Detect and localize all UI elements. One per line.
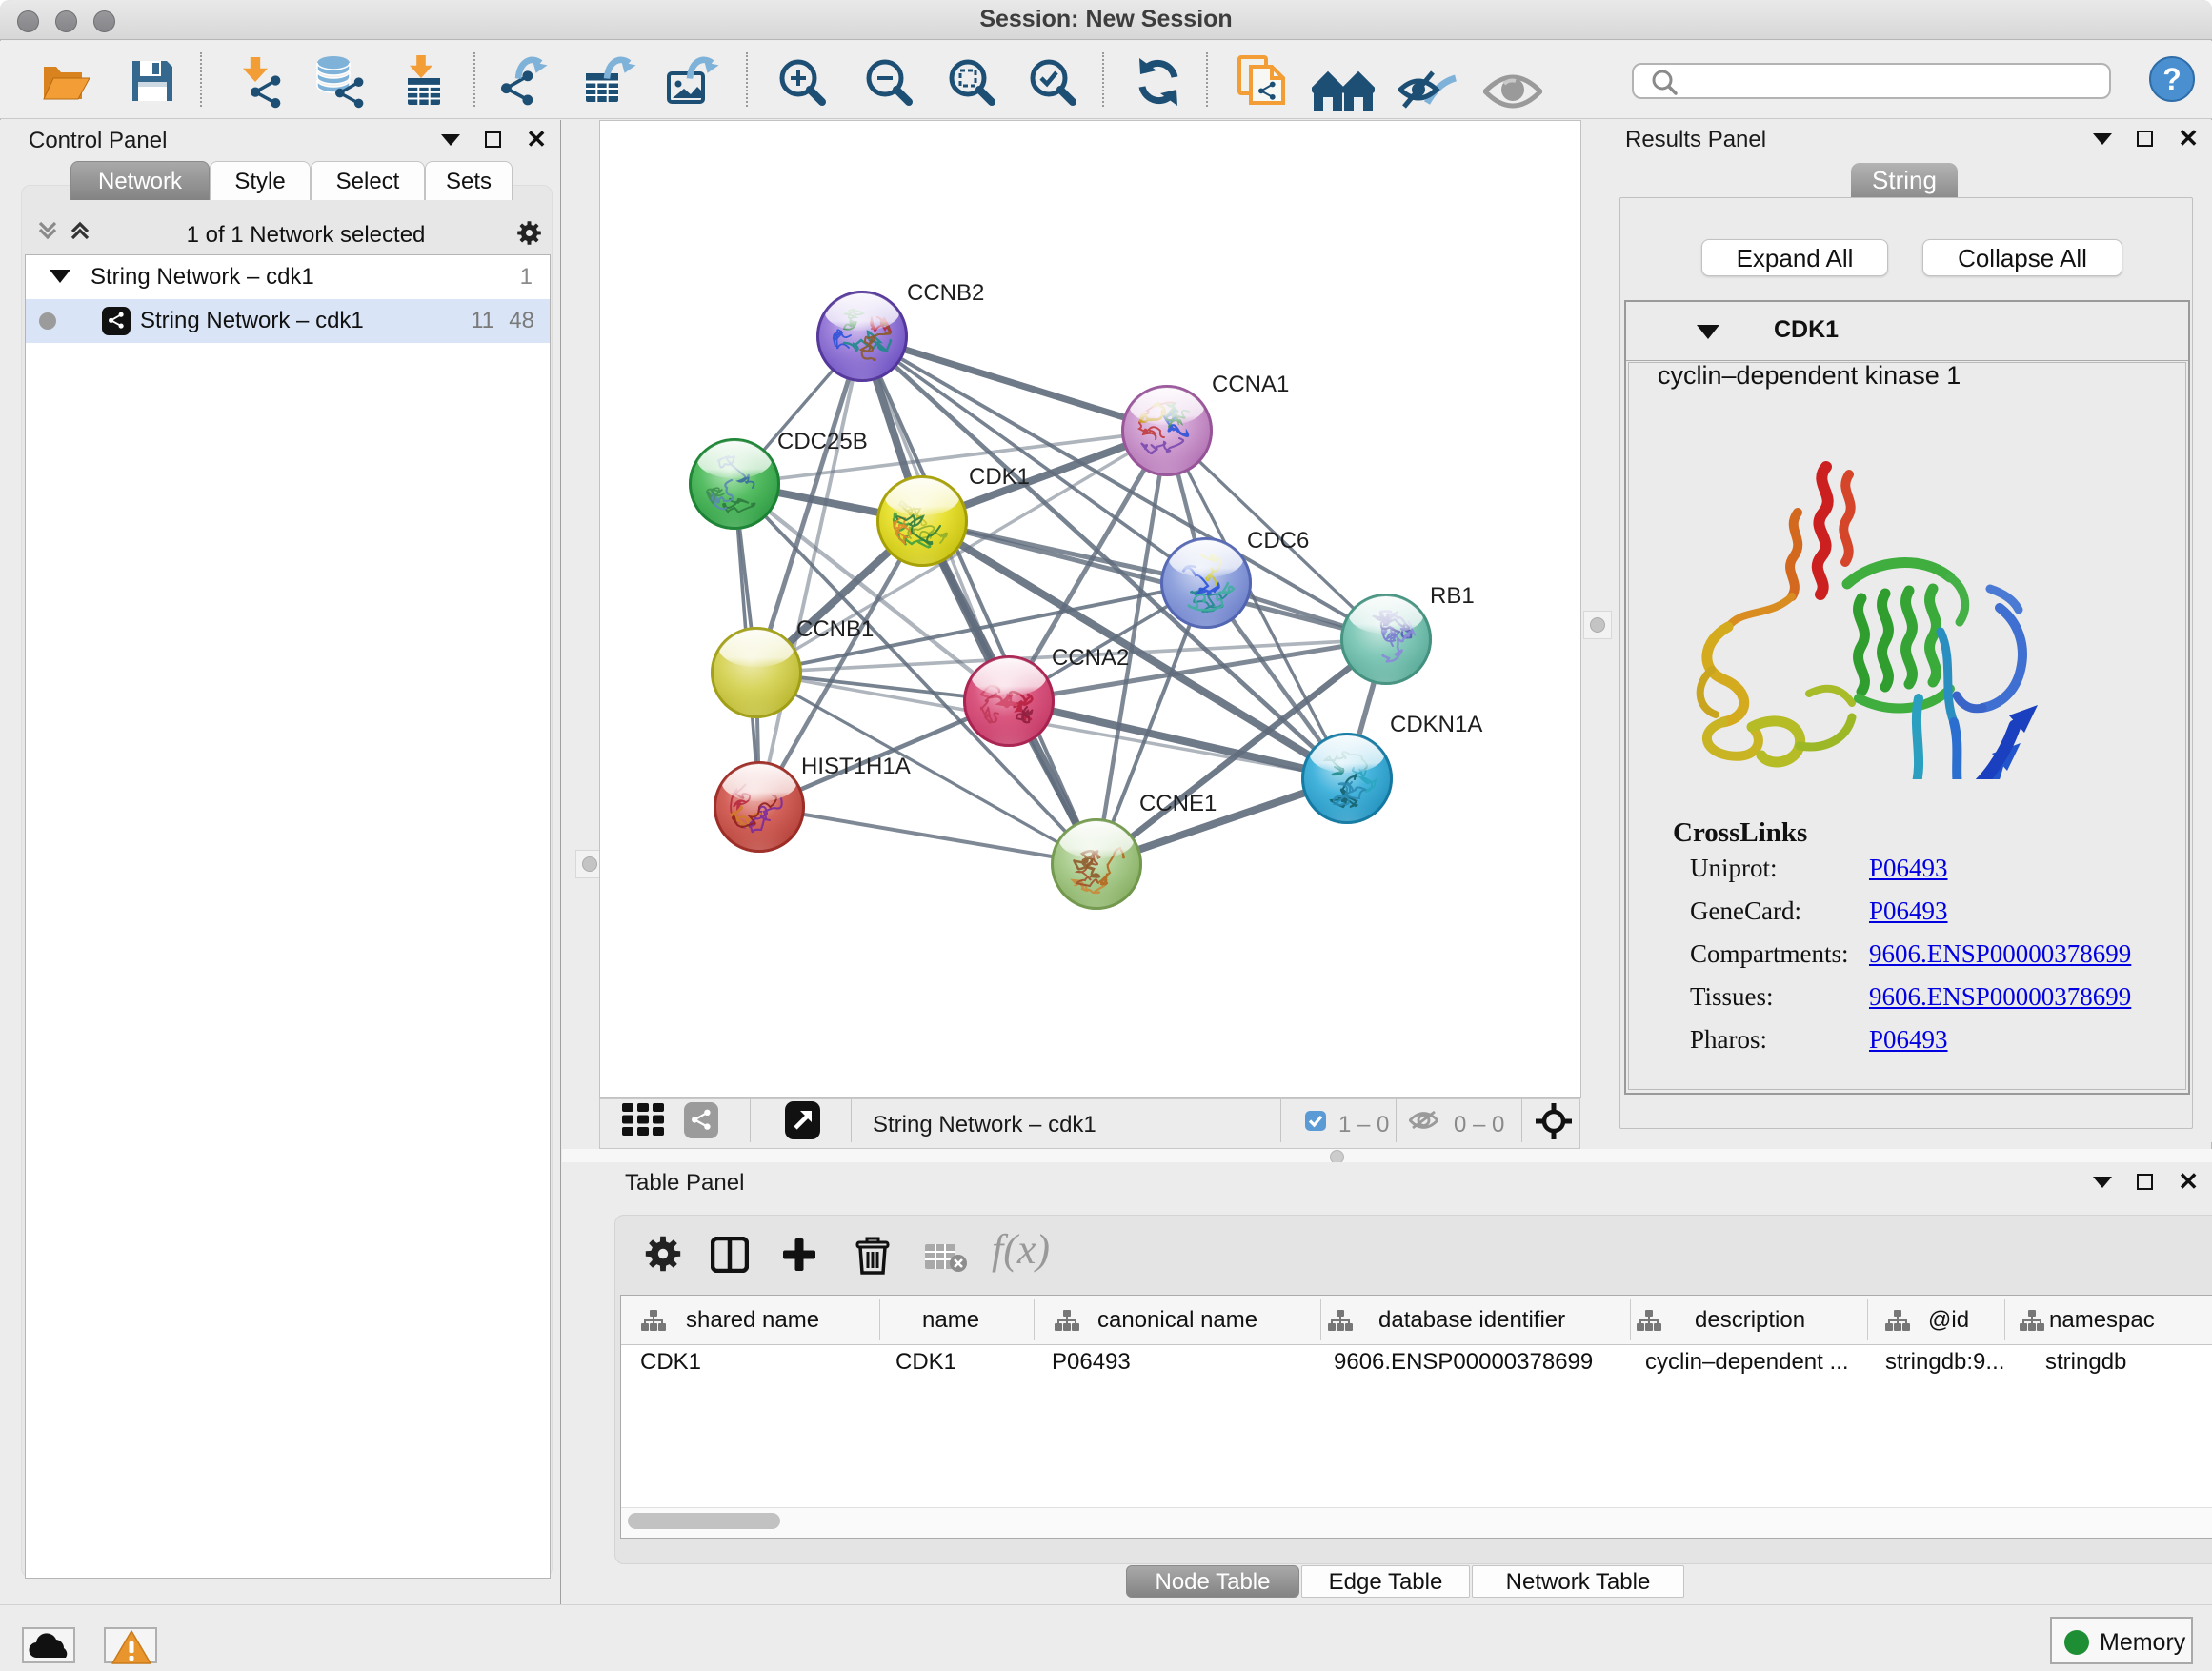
- svg-text:?: ?: [2162, 62, 2182, 96]
- svg-text:CCNE1: CCNE1: [1139, 791, 1217, 816]
- svg-text:CCNA2: CCNA2: [1052, 645, 1129, 671]
- svg-text:CCNB1: CCNB1: [796, 616, 874, 642]
- svg-text:CDC25B: CDC25B: [777, 429, 868, 454]
- svg-text:HIST1H1A: HIST1H1A: [801, 754, 911, 779]
- svg-text:CDC6: CDC6: [1247, 528, 1309, 554]
- svg-text:RB1: RB1: [1430, 583, 1475, 609]
- svg-text:CCNA1: CCNA1: [1212, 372, 1289, 397]
- svg-text:CCNB2: CCNB2: [907, 280, 984, 306]
- svg-text:CDK1: CDK1: [969, 464, 1030, 490]
- svg-text:CDKN1A: CDKN1A: [1390, 712, 1482, 737]
